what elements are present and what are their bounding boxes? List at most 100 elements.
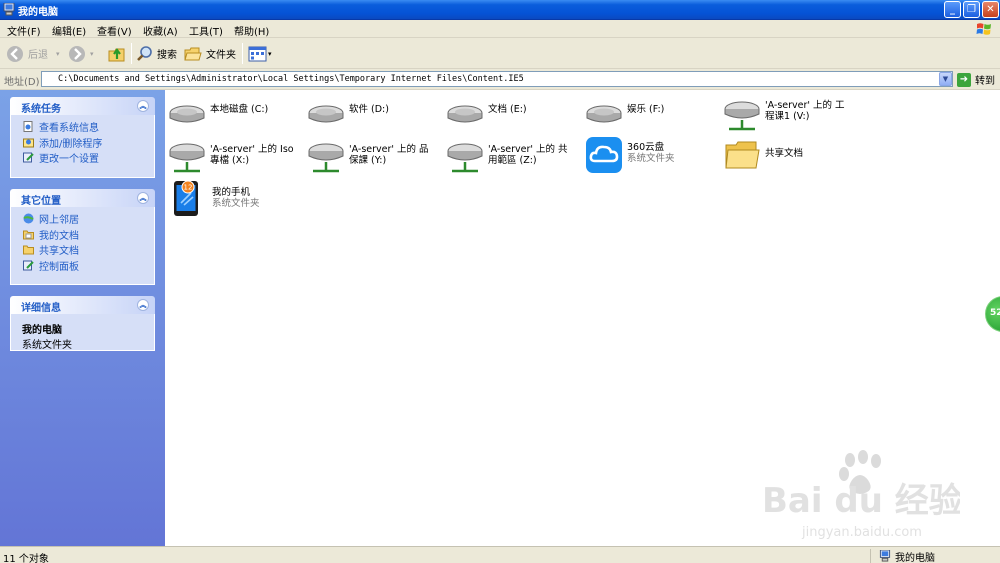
menu-tools[interactable]: 工具(T) bbox=[189, 23, 223, 38]
item-label-2: 用範區 (Z:) bbox=[488, 155, 537, 166]
menu-view[interactable]: 查看(V) bbox=[97, 23, 132, 38]
other-places-header[interactable]: 其它位置 ︽ bbox=[10, 189, 155, 207]
item-label-2: 程课1 (V:) bbox=[765, 111, 810, 122]
add-remove-programs-icon bbox=[23, 138, 34, 148]
network-drive-x-item[interactable]: 'A-server' 上的 Iso 專檔 (X:) bbox=[168, 138, 294, 176]
network-places-link[interactable]: 网上邻居 bbox=[23, 211, 154, 227]
computer-icon bbox=[3, 3, 15, 16]
my-documents-link[interactable]: 我的文档 bbox=[23, 227, 154, 243]
control-panel-icon bbox=[23, 152, 34, 163]
system-tasks-header[interactable]: 系统任务 ︽ bbox=[10, 97, 155, 115]
system-tasks-panel: 系统任务 ︽ 查看系统信息 添加/删除程序 更改一个设置 bbox=[10, 97, 155, 178]
item-label: 'A-server' 上的 品 bbox=[349, 144, 429, 155]
view-system-info-link[interactable]: 查看系统信息 bbox=[23, 119, 154, 135]
drive-d-item[interactable]: 软件 (D:) bbox=[307, 96, 389, 134]
item-label-2: 保課 (Y:) bbox=[349, 155, 387, 166]
item-label: 'A-server' 上的 工 bbox=[765, 100, 845, 111]
network-drive-icon bbox=[724, 101, 760, 131]
change-setting-link[interactable]: 更改一个设置 bbox=[23, 150, 154, 166]
cloud-drive-item[interactable]: 360云盘 系统文件夹 bbox=[585, 136, 675, 174]
system-tasks-title: 系统任务 bbox=[21, 104, 61, 115]
control-panel-label: 控制面板 bbox=[39, 261, 79, 273]
folder-icon bbox=[23, 230, 34, 240]
up-folder-button[interactable] bbox=[107, 43, 127, 64]
go-label: 转到 bbox=[975, 76, 995, 87]
window-title: 我的电脑 bbox=[18, 7, 58, 18]
collapse-icon[interactable]: ︽ bbox=[137, 100, 149, 112]
windows-logo-icon bbox=[976, 23, 991, 35]
hard-drive-icon bbox=[586, 105, 622, 123]
network-drive-icon bbox=[308, 143, 344, 173]
control-panel-link[interactable]: 控制面板 bbox=[23, 258, 154, 274]
search-icon bbox=[137, 45, 152, 61]
views-icon bbox=[248, 46, 267, 61]
back-label: 后退 bbox=[28, 50, 48, 61]
add-remove-programs-link[interactable]: 添加/删除程序 bbox=[23, 135, 154, 151]
network-drive-z-item[interactable]: 'A-server' 上的 共 用範區 (Z:) bbox=[446, 138, 568, 176]
network-drive-icon bbox=[447, 143, 483, 173]
phone-icon: 12 bbox=[174, 180, 198, 216]
folders-icon bbox=[184, 47, 202, 60]
collapse-icon[interactable]: ︽ bbox=[137, 192, 149, 204]
globe-icon bbox=[23, 213, 34, 224]
baidu-watermark-logo: Bai du 经验 jingyan.baidu.com bbox=[762, 450, 960, 540]
network-drive-y-item[interactable]: 'A-server' 上的 品 保課 (Y:) bbox=[307, 138, 429, 176]
forward-button[interactable]: ▾ bbox=[68, 43, 94, 64]
details-type: 系统文件夹 bbox=[22, 340, 72, 351]
drive-f-item[interactable]: 娱乐 (F:) bbox=[585, 96, 664, 134]
status-location: 我的电脑 bbox=[870, 549, 935, 563]
go-button[interactable]: ➜ 转到 bbox=[957, 72, 995, 87]
status-location-label: 我的电脑 bbox=[895, 552, 935, 563]
menu-file[interactable]: 文件(F) bbox=[7, 23, 41, 38]
network-places-label: 网上邻居 bbox=[39, 215, 79, 227]
shared-documents-link[interactable]: 共享文档 bbox=[23, 242, 154, 258]
address-input[interactable]: C:\Documents and Settings\Administrator\… bbox=[41, 71, 953, 87]
item-label: 360云盘 bbox=[627, 142, 665, 153]
computer-icon bbox=[879, 550, 891, 562]
up-folder-icon bbox=[108, 47, 125, 61]
menu-bar: 文件(F) 编辑(E) 查看(V) 收藏(A) 工具(T) 帮助(H) bbox=[0, 20, 1000, 38]
close-button[interactable]: ✕ bbox=[982, 1, 999, 18]
item-sublabel: 系统文件夹 bbox=[212, 198, 260, 209]
hard-drive-icon bbox=[447, 105, 483, 123]
restore-button[interactable]: ❐ bbox=[963, 1, 980, 18]
search-button[interactable]: 搜索 bbox=[136, 43, 177, 64]
item-label: 共享文档 bbox=[765, 148, 804, 159]
drive-e-item[interactable]: 文档 (E:) bbox=[446, 96, 527, 134]
network-drive-v-item[interactable]: 'A-server' 上的 工 程课1 (V:) bbox=[723, 96, 845, 134]
details-title: 详细信息 bbox=[21, 303, 61, 314]
folders-label: 文件夹 bbox=[206, 50, 236, 61]
address-label: 地址(D) bbox=[4, 77, 40, 88]
item-label: 本地磁盘 (C:) bbox=[210, 104, 269, 115]
search-label: 搜索 bbox=[157, 50, 177, 61]
details-panel: 详细信息 ︽ 我的电脑 系统文件夹 bbox=[10, 296, 155, 351]
phone-badge-count: 12 bbox=[184, 184, 193, 192]
address-value: C:\Documents and Settings\Administrator\… bbox=[58, 74, 524, 84]
menu-favorites[interactable]: 收藏(A) bbox=[143, 23, 178, 38]
other-places-title: 其它位置 bbox=[21, 196, 61, 207]
status-bar: 11 个对象 我的电脑 bbox=[0, 546, 1000, 563]
item-label: 文档 (E:) bbox=[488, 104, 527, 115]
hard-drive-icon bbox=[169, 105, 205, 123]
details-header[interactable]: 详细信息 ︽ bbox=[10, 296, 155, 314]
back-button[interactable]: 后退 ▾ bbox=[6, 43, 60, 64]
my-phone-item[interactable]: 12 我的手机 系统文件夹 bbox=[170, 179, 260, 217]
views-button[interactable]: ▾ bbox=[248, 43, 272, 64]
shared-docs-item[interactable]: 共享文档 bbox=[723, 136, 803, 174]
folder-icon bbox=[23, 245, 34, 255]
menu-edit[interactable]: 编辑(E) bbox=[52, 23, 86, 38]
chevron-down-icon: ▾ bbox=[90, 49, 94, 58]
item-label: 'A-server' 上的 共 bbox=[488, 144, 568, 155]
minimize-button[interactable]: _ bbox=[944, 1, 961, 18]
folders-button[interactable]: 文件夹 bbox=[184, 43, 236, 64]
object-count: 11 个对象 bbox=[3, 554, 49, 563]
collapse-icon[interactable]: ︽ bbox=[137, 299, 149, 311]
menu-help[interactable]: 帮助(H) bbox=[234, 23, 269, 38]
watermark-brand: Bai du 经验 bbox=[762, 481, 960, 521]
item-label: 软件 (D:) bbox=[349, 104, 389, 115]
drive-c-item[interactable]: 本地磁盘 (C:) bbox=[168, 96, 268, 134]
hard-drive-icon bbox=[308, 105, 344, 123]
address-dropdown-button[interactable]: ▼ bbox=[939, 72, 952, 86]
folder-icon bbox=[725, 141, 760, 169]
network-drive-icon bbox=[169, 143, 205, 173]
